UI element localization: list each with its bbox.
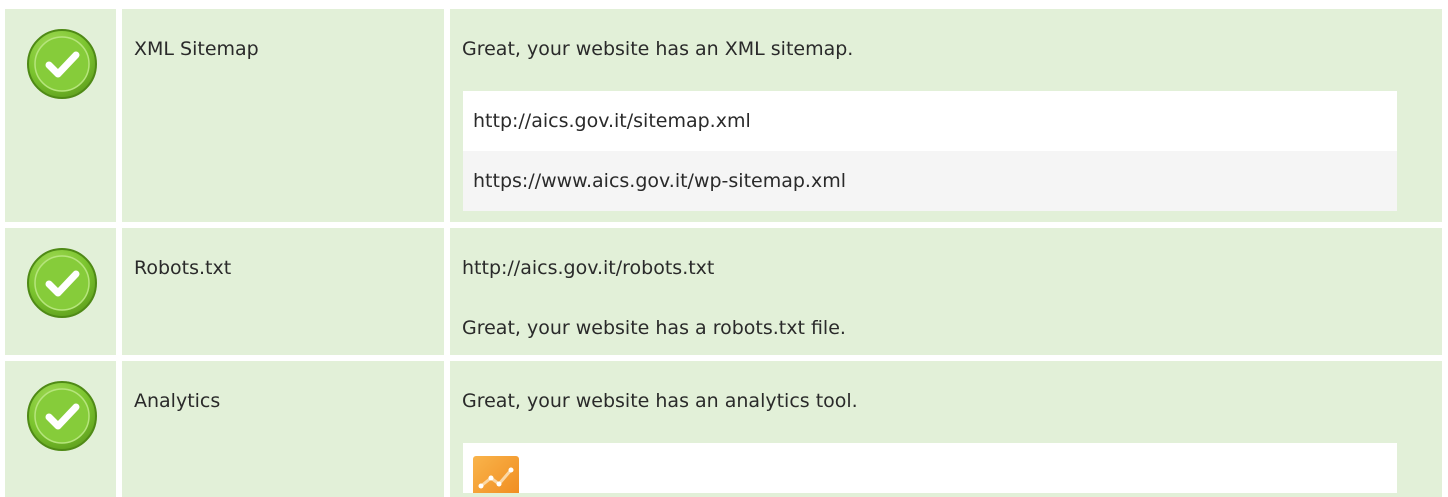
check-message: Great, your website has an XML sitemap. — [462, 38, 854, 60]
check-name: Analytics — [134, 390, 221, 412]
check-row-analytics: Analytics Great, your website has an ana… — [0, 361, 1448, 497]
checkmark-circle-icon — [25, 246, 99, 320]
sitemap-url-list: http://aics.gov.it/sitemap.xml https://w… — [463, 91, 1397, 211]
list-item: http://aics.gov.it/sitemap.xml — [463, 91, 1397, 151]
robots-url: http://aics.gov.it/robots.txt — [462, 257, 715, 279]
check-name-cell: XML Sitemap — [122, 9, 444, 222]
analytics-tools-list — [463, 443, 1397, 493]
check-row-xml-sitemap: XML Sitemap Great, your website has an X… — [0, 9, 1448, 222]
google-analytics-logo-icon — [473, 456, 519, 493]
check-name-cell: Analytics — [122, 361, 444, 497]
check-name: Robots.txt — [134, 257, 232, 279]
check-message: Great, your website has a robots.txt fil… — [462, 317, 846, 339]
status-cell — [5, 361, 116, 497]
status-cell — [5, 228, 116, 355]
checkmark-circle-icon — [25, 27, 99, 101]
list-item: https://www.aics.gov.it/wp-sitemap.xml — [463, 151, 1397, 211]
check-detail-cell: http://aics.gov.it/robots.txt Great, you… — [450, 228, 1442, 355]
check-name: XML Sitemap — [134, 38, 259, 60]
check-row-robots-txt: Robots.txt http://aics.gov.it/robots.txt… — [0, 228, 1448, 355]
check-message: Great, your website has an analytics too… — [462, 390, 858, 412]
check-detail-cell: Great, your website has an XML sitemap. … — [450, 9, 1442, 222]
check-name-cell: Robots.txt — [122, 228, 444, 355]
status-cell — [5, 9, 116, 222]
sitemap-url: https://www.aics.gov.it/wp-sitemap.xml — [473, 170, 847, 192]
checkmark-circle-icon — [25, 379, 99, 453]
sitemap-url: http://aics.gov.it/sitemap.xml — [473, 110, 751, 132]
check-detail-cell: Great, your website has an analytics too… — [450, 361, 1442, 497]
